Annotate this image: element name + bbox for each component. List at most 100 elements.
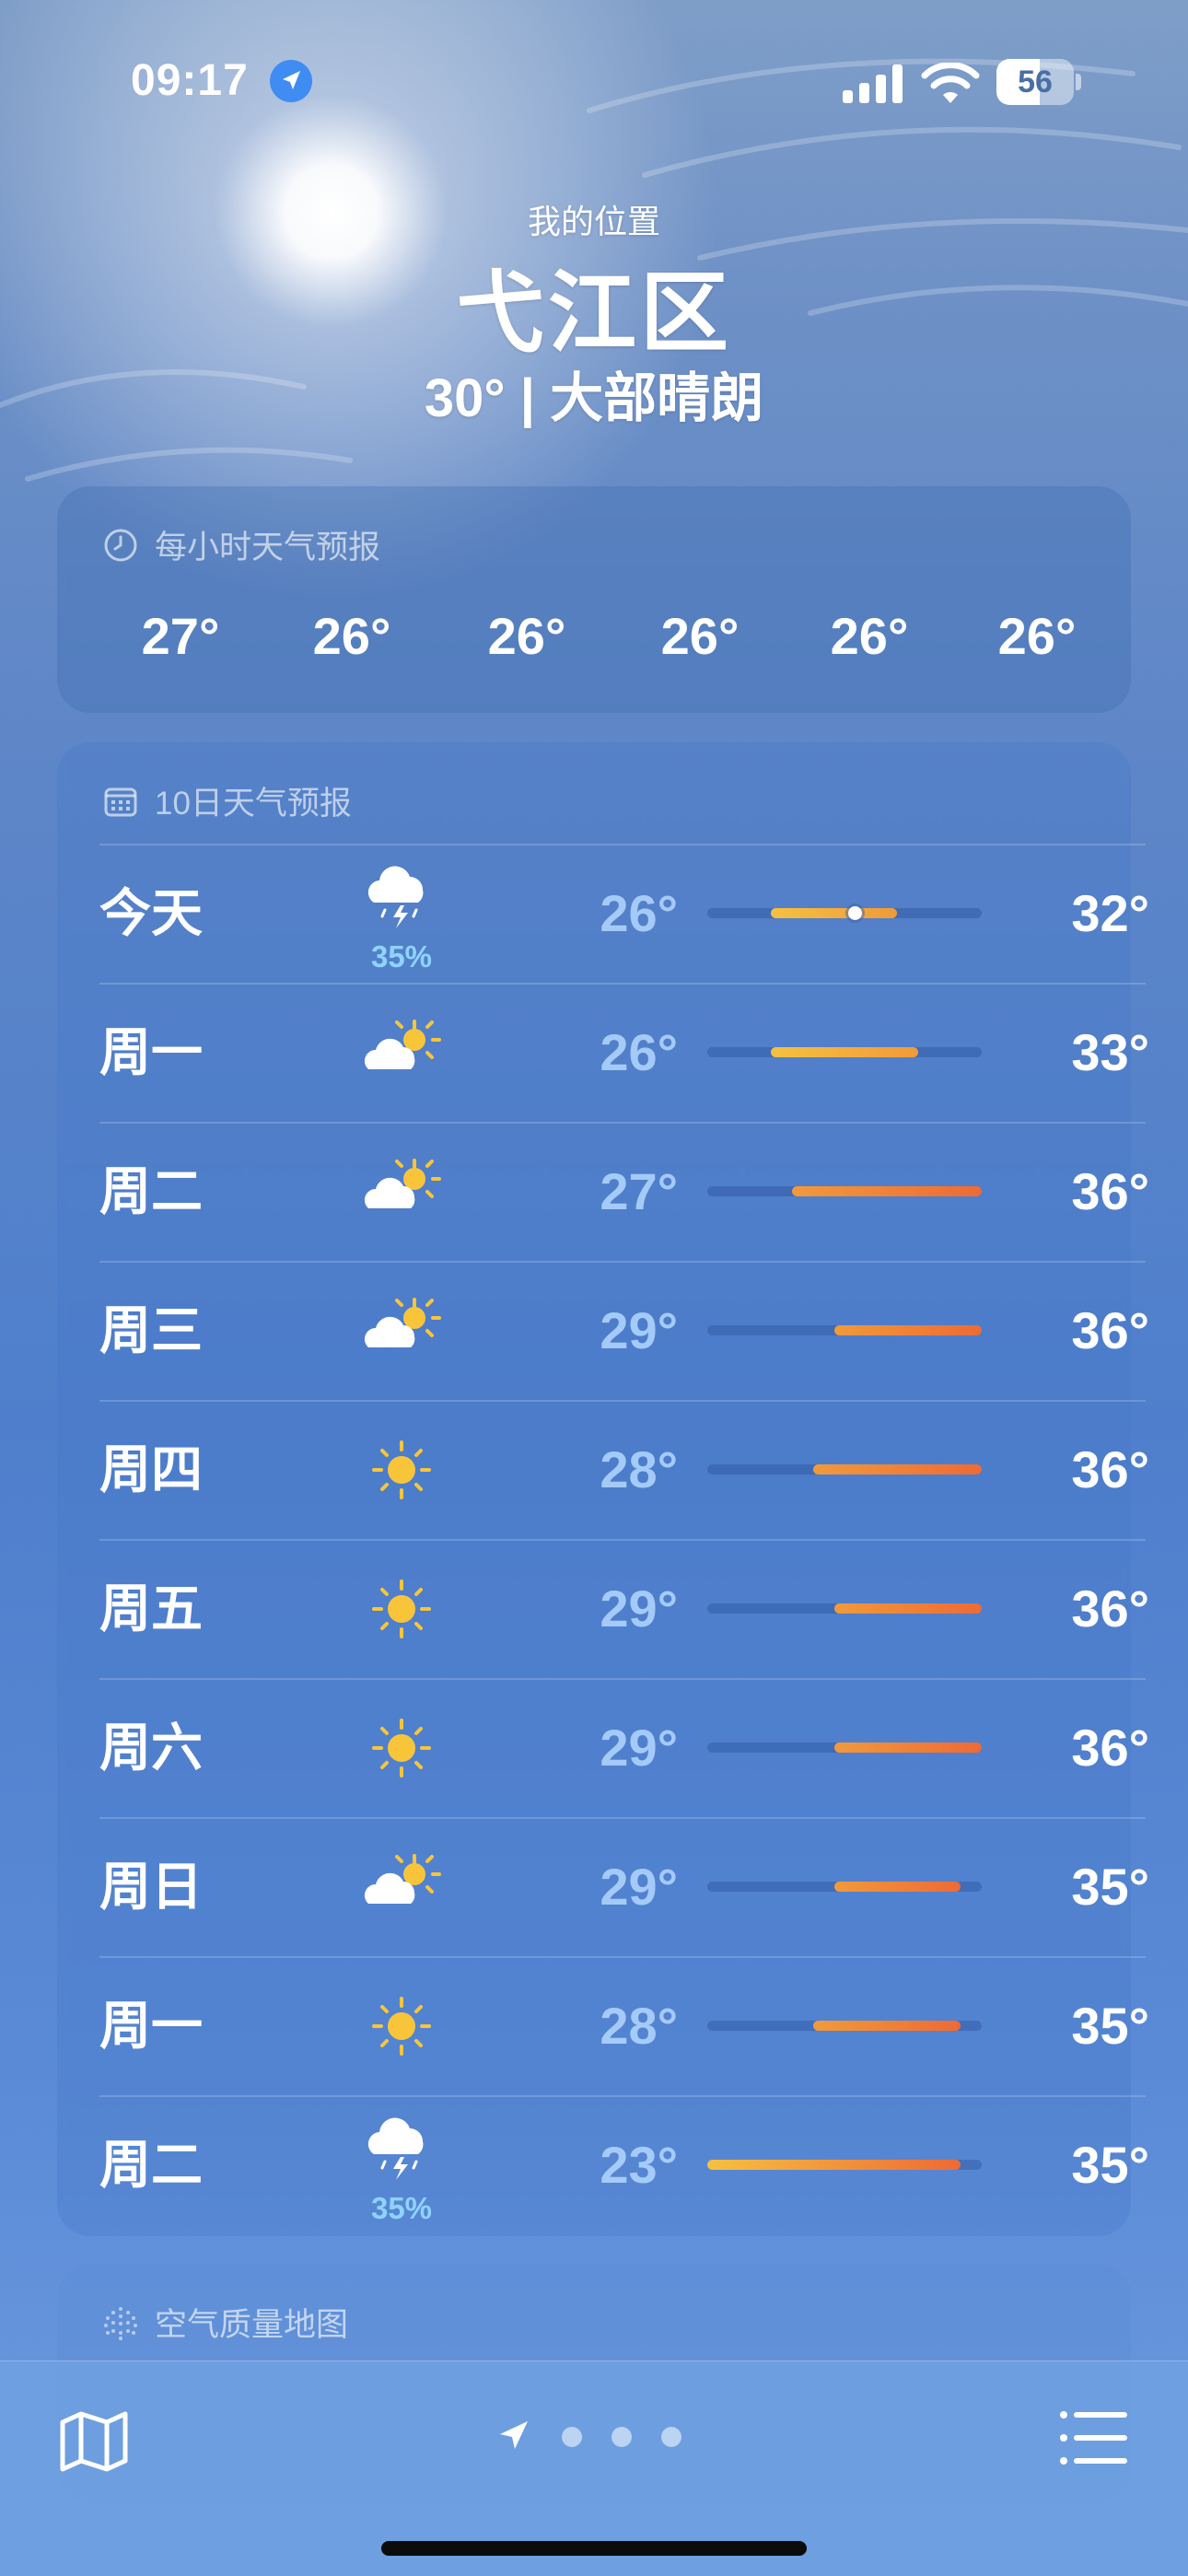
forecast-row: 周一 26° 33° [99,983,1149,1122]
temp-range-track [707,1882,982,1892]
low-temp: 26° [600,1023,678,1081]
forecast-day: 今天 [99,884,203,942]
sun-icon [355,1982,448,2069]
low-temp: 28° [600,1997,678,2055]
forecast-day: 周五 [99,1579,203,1638]
temp-range-bar [791,1186,982,1196]
high-temp: 35° [1071,1997,1149,2055]
partly-sunny-icon [355,1287,448,1374]
low-temp: 28° [600,1440,678,1498]
temp-range-track [707,1743,982,1753]
home-indicator [381,2541,807,2556]
location-arrow-icon [500,2421,528,2449]
forecast-day: 周三 [99,1301,203,1359]
temp-range-bar [833,1743,982,1753]
forecast-row: 周一 28° 35° [99,1956,1149,2095]
status-time: 09:17 [131,56,249,105]
hourly-temp: 26° [312,607,391,665]
high-temp: 32° [1071,884,1149,942]
air-quality-dots-icon [104,2306,137,2340]
temp-range-track [707,2021,982,2031]
temp-range-bar [833,1325,982,1335]
forecast-row: 周二 27° 36° [99,1122,1149,1261]
bottom-toolbar [0,2360,1188,2576]
low-temp: 23° [600,2136,678,2194]
forecast-row: 今天 35% 26° 32° [99,844,1149,983]
thunderstorm-icon [355,2106,448,2194]
high-temp: 35° [1071,1858,1149,1916]
map-icon[interactable] [57,2409,131,2474]
hourly-temp: 26° [487,607,566,665]
hourly-forecast-card[interactable]: 每小时天气预报 27° 26° 26° 26° 26° 26° [57,486,1131,713]
low-temp: 29° [600,1301,678,1359]
hourly-temp: 26° [660,607,740,665]
temp-range-bar [833,1603,982,1614]
forecast-day: 周二 [99,2136,203,2194]
temp-range-bar [770,908,898,918]
forecast-row: 周四 28° 36° [99,1400,1149,1539]
partly-sunny-icon [355,1148,448,1235]
battery-percent: 56 [1018,64,1053,99]
sun-icon [355,1565,448,1652]
my-location-label: 我的位置 [527,203,660,240]
temp-range-track [707,1186,982,1196]
wifi-icon [921,63,980,103]
battery-icon: 56 [996,59,1081,105]
forecast-row: 周六 29° 36° [99,1678,1149,1817]
page-dot [661,2427,681,2447]
low-temp: 29° [600,1579,678,1638]
page-dot [562,2427,582,2447]
list-icon[interactable] [1059,2409,1129,2466]
temp-range-track [707,1464,982,1474]
sun-icon [355,1426,448,1513]
forecast-day: 周一 [99,1997,203,2055]
high-temp: 33° [1071,1023,1149,1081]
clock-icon [104,529,137,561]
low-temp: 29° [600,1858,678,1916]
forecast-row: 周日 29° 35° [99,1817,1149,1956]
low-temp: 29° [600,1719,678,1777]
thunderstorm-icon [355,855,448,942]
precip-chance: 35% [370,939,433,973]
temp-range-bar [770,1047,919,1057]
city-name: 弋江区 [456,264,732,363]
temp-range-track [707,906,982,920]
forecast-row: 周二 35% 23° 35° [99,2095,1149,2234]
high-temp: 35° [1071,2136,1149,2194]
high-temp: 36° [1071,1579,1149,1638]
forecast-day: 周日 [99,1858,203,1916]
calendar-icon [104,787,137,816]
precip-chance: 35% [370,2191,433,2225]
partly-sunny-icon [355,1843,448,1930]
location-active-icon [270,60,312,102]
page-dot [611,2427,632,2447]
temp-range-track [707,1047,982,1057]
hourly-forecast-title: 每小时天气预报 [155,530,381,565]
forecast-day: 周六 [99,1719,203,1777]
forecast-day: 周一 [99,1023,203,1081]
temp-range-track [707,1603,982,1614]
sun-icon [355,1704,448,1791]
air-quality-map-title: 空气质量地图 [155,2307,349,2343]
forecast-row: 周三 29° 36° [99,1261,1149,1400]
high-temp: 36° [1071,1719,1149,1777]
temp-range-bar [812,1464,982,1474]
current-conditions: 30° | 大部晴朗 [424,368,764,428]
temp-range-track [707,2160,982,2170]
partly-sunny-icon [355,1008,448,1096]
status-bar: 09:17 56 [0,55,1188,111]
cellular-signal-icon [843,64,903,103]
forecast-day: 周四 [99,1440,203,1498]
hourly-temp: 26° [830,607,909,665]
hourly-temp: 27° [141,607,220,665]
low-temp: 27° [600,1162,678,1220]
page-indicator[interactable] [497,2411,700,2457]
high-temp: 36° [1071,1301,1149,1359]
hourly-temp: 26° [997,607,1077,665]
temp-range-bar [707,2160,961,2170]
temp-range-bar [833,1882,961,1892]
temp-range-track [707,1325,982,1335]
ten-day-forecast-card[interactable]: 10日天气预报 今天 35% 26° 32° 周一 26° 33° 周二 27° 36° 周三 29°… [57,742,1149,2236]
high-temp: 36° [1071,1440,1149,1498]
forecast-day: 周二 [99,1162,203,1220]
